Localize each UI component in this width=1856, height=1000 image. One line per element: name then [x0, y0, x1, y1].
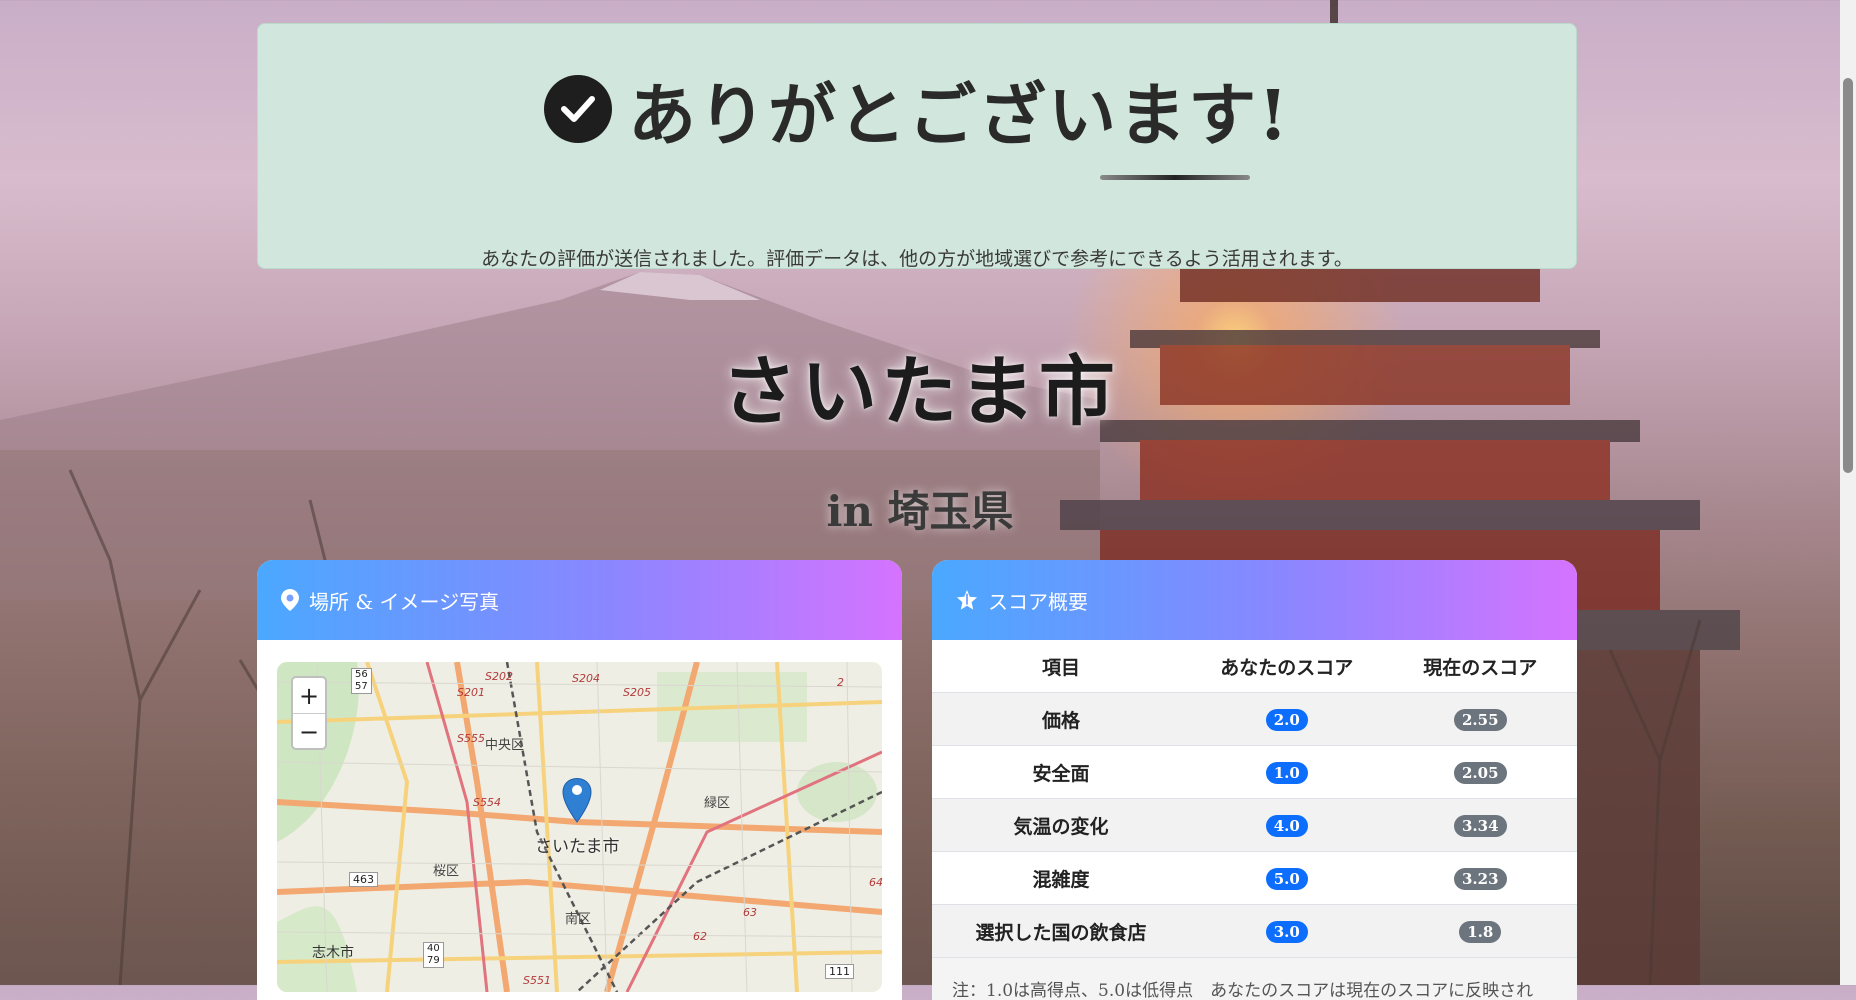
score-item-label: 選択した国の飲食店	[932, 904, 1190, 958]
score-item-label: 価格	[932, 692, 1190, 746]
score-note: 注：1.0は高得点、5.0は低得点 あなたのスコアは現在のスコアに反映され	[932, 958, 1577, 1000]
map-route-s205: S205	[623, 686, 651, 699]
your-score-badge: 5.0	[1265, 867, 1308, 890]
check-circle-icon	[544, 75, 613, 143]
your-score-badge: 2.0	[1265, 708, 1308, 731]
map[interactable]: + − さいたま市 中央区 緑区 桜区 南区 志木市 463 56 57 40 …	[277, 662, 882, 992]
map-route-s551: S551	[523, 974, 551, 987]
table-row: 気温の変化 4.0 3.34	[932, 798, 1577, 852]
your-score-badge: 4.0	[1265, 814, 1308, 837]
score-item-label: 気温の変化	[932, 798, 1190, 852]
current-score-badge: 2.05	[1453, 761, 1507, 784]
score-summary-card: スコア概要 項目 あなたのスコア 現在のスコア 価格 2.0 2.55 安全面 …	[932, 560, 1577, 1000]
score-table: 項目 あなたのスコア 現在のスコア 価格 2.0 2.55 安全面 1.0 2.…	[932, 640, 1577, 958]
current-score-badge: 3.23	[1453, 867, 1507, 890]
page: ありがとございます! あなたの評価が送信されました。評価データは、他の方が地域選…	[0, 0, 1840, 1000]
location-card-header: 場所 & イメージ写真	[257, 560, 902, 640]
table-row: 価格 2.0 2.55	[932, 692, 1577, 746]
map-label-shiki: 志木市	[312, 945, 354, 961]
current-score-badge: 1.8	[1459, 920, 1502, 943]
map-label-chuo: 中央区	[485, 738, 525, 753]
map-route-463: 463	[349, 872, 378, 887]
map-route-s555: S555	[457, 732, 485, 745]
scrollbar-thumb[interactable]	[1843, 78, 1853, 473]
thank-you-alert: ありがとございます! あなたの評価が送信されました。評価データは、他の方が地域選…	[257, 23, 1577, 270]
location-card-title: 場所 & イメージ写真	[309, 589, 500, 614]
map-label-sakura: 桜区	[433, 864, 460, 879]
map-tiles	[277, 662, 882, 992]
score-item-label: 混雑度	[932, 851, 1190, 905]
map-pin-icon	[281, 589, 299, 611]
prefecture-name: in 埼玉県	[826, 487, 1014, 536]
map-zoom-control: + −	[291, 676, 327, 750]
map-route-2: 2	[837, 676, 844, 689]
table-row: 安全面 1.0 2.05	[932, 745, 1577, 799]
table-row: 選択した国の飲食店 3.0 1.8	[932, 904, 1577, 958]
column-header-current-score: 現在のスコア	[1383, 640, 1577, 693]
map-route-s204: S204	[572, 672, 600, 685]
column-header-item: 項目	[932, 640, 1190, 693]
your-score-badge: 3.0	[1265, 920, 1308, 943]
score-card-header: スコア概要	[932, 560, 1577, 640]
map-route-5657: 56 57	[351, 668, 372, 694]
city-name: さいたま市	[721, 347, 1119, 436]
map-route-4079: 40 79	[423, 942, 444, 968]
title-divider	[1100, 175, 1250, 180]
zoom-out-button[interactable]: −	[293, 714, 325, 749]
your-score-badge: 1.0	[1265, 761, 1308, 784]
star-icon	[956, 589, 978, 610]
thank-you-heading: ありがとございます!	[258, 64, 1576, 156]
current-score-badge: 2.55	[1453, 708, 1507, 731]
map-label-city: さいたま市	[535, 837, 620, 857]
table-row: 混雑度 5.0 3.23	[932, 851, 1577, 905]
map-route-s554: S554	[473, 796, 501, 809]
location-card: 場所 & イメージ写真 + − さいたま市 中央区 緑区 桜区 南区 志木市 4…	[257, 560, 902, 1000]
map-label-minami: 南区	[565, 912, 592, 927]
zoom-in-button[interactable]: +	[293, 678, 325, 714]
thank-you-message: あなたの評価が送信されました。評価データは、他の方が地域選びで参考にできるよう活…	[481, 248, 1353, 270]
map-label-midori: 緑区	[704, 796, 731, 811]
thank-you-title: ありがとございます!	[628, 75, 1290, 156]
score-item-label: 安全面	[932, 745, 1190, 799]
map-route-111: 111	[825, 964, 854, 979]
column-header-your-score: あなたのスコア	[1190, 640, 1384, 693]
map-route-s202: S202	[485, 670, 513, 683]
map-route-64: 64	[869, 876, 882, 889]
map-route-63: 63	[743, 906, 757, 919]
map-route-62: 62	[693, 930, 707, 943]
map-route-s201: S201	[457, 686, 485, 699]
score-card-title: スコア概要	[988, 589, 1088, 614]
current-score-badge: 3.34	[1453, 814, 1507, 837]
